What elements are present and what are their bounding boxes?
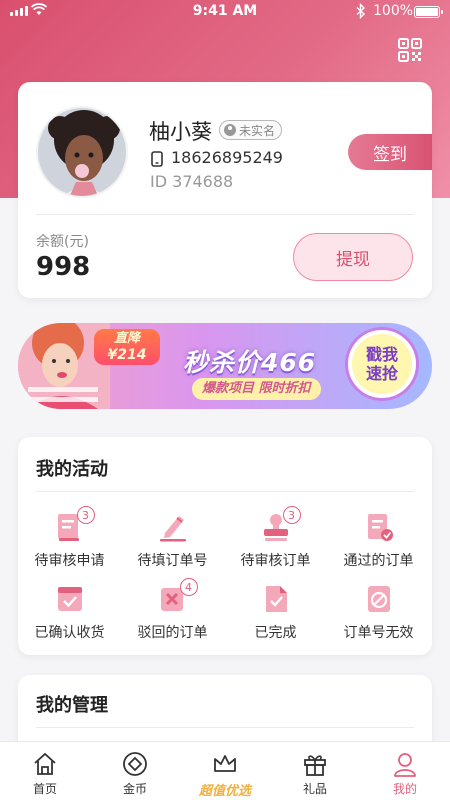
promo-grab-button[interactable]: 戳我 速抢 (348, 330, 416, 398)
activity-pending-application[interactable]: 3 待审核申请 (18, 506, 121, 570)
count-badge: 3 (282, 506, 301, 524)
activity-label: 待审核申请 (34, 553, 105, 569)
verification-status: 未实名 (239, 123, 276, 138)
user-icon (224, 124, 236, 136)
invalid-icon (363, 583, 395, 615)
count-badge: 3 (76, 506, 95, 524)
gift-icon (304, 755, 326, 776)
management-title: 我的管理 (36, 695, 108, 716)
bottom-tab-bar: 首页 金币 超值优选 礼品 我的 (0, 741, 450, 800)
activity-label: 订单号无效 (343, 625, 414, 641)
tab-mine[interactable]: 我的 (360, 742, 450, 800)
promo-button-line1: 戳我 (365, 345, 398, 364)
user-id-label: ID (150, 172, 168, 191)
tab-gifts[interactable]: 礼品 (270, 742, 360, 800)
user-id-value: 374688 (172, 172, 234, 191)
activity-fill-order-number[interactable]: 待填订单号 (121, 511, 224, 570)
promo-subtitle: 爆款项目 限时折扣 (192, 378, 321, 400)
completed-doc-icon (260, 583, 292, 615)
received-box-icon (54, 583, 86, 615)
crown-icon (214, 755, 236, 772)
approved-doc-icon (363, 511, 395, 543)
tab-coins[interactable]: 金币 (90, 742, 180, 800)
battery-icon (414, 6, 443, 18)
promo-price-line2: ¥214 (107, 347, 147, 363)
balance-label: 余额(元) (36, 234, 89, 250)
divider (36, 491, 414, 492)
balance-value: 998 (36, 252, 91, 282)
rejected-icon: 4 (157, 578, 198, 615)
coin-icon (123, 752, 147, 776)
promo-banner[interactable]: 直降 ¥214 秒杀价466 爆款项目 限时折扣 戳我 速抢 (18, 323, 432, 409)
tab-home[interactable]: 首页 (0, 742, 90, 800)
phone-icon (151, 151, 163, 167)
activities-card: 我的活动 3 待审核申请 待填订单号 3 待审核订单 通过的订单 已确认收货 4… (18, 437, 432, 655)
promo-price-tag: 直降 ¥214 (94, 329, 160, 365)
battery-percent: 100% (373, 3, 414, 19)
pen-icon (157, 511, 189, 543)
activity-label: 已完成 (254, 625, 297, 641)
divider (36, 727, 414, 728)
user-icon (394, 753, 416, 777)
user-id: ID 374688 (150, 172, 233, 191)
activity-label: 待审核订单 (240, 553, 311, 569)
tab-label: 金币 (122, 782, 147, 796)
activity-label: 已确认收货 (34, 625, 105, 641)
promo-title: 秒杀价466 (183, 348, 317, 377)
activity-pending-order-review[interactable]: 3 待审核订单 (224, 506, 327, 570)
activity-label: 待填订单号 (137, 553, 208, 569)
divider (36, 214, 414, 215)
activities-title: 我的活动 (36, 459, 108, 480)
tab-featured[interactable]: 超值优选 (180, 742, 270, 800)
activity-approved-orders[interactable]: 通过的订单 (327, 511, 430, 570)
tab-label: 我的 (392, 782, 417, 796)
bluetooth-icon (356, 3, 366, 19)
activity-label: 通过的订单 (343, 553, 414, 569)
apply-doc-icon: 3 (54, 506, 95, 543)
activity-completed[interactable]: 已完成 (224, 583, 327, 642)
tab-label: 首页 (32, 782, 57, 796)
stamp-icon: 3 (260, 506, 301, 543)
qr-code-icon[interactable] (397, 37, 423, 63)
profile-card: 柚小葵 未实名 18626895249 ID 374688 签到 余额(元) 9… (18, 82, 432, 298)
activity-invalid-order-number[interactable]: 订单号无效 (327, 583, 430, 642)
home-icon (34, 752, 56, 775)
promo-price-line1: 直降 (113, 331, 140, 346)
withdraw-button[interactable]: 提现 (293, 233, 413, 281)
count-badge: 4 (179, 578, 198, 596)
sign-in-button[interactable]: 签到 (348, 134, 432, 170)
activity-rejected-orders[interactable]: 4 驳回的订单 (121, 578, 224, 642)
tab-label: 礼品 (302, 782, 327, 796)
activity-confirmed-receipt[interactable]: 已确认收货 (18, 583, 121, 642)
promo-button-line2: 速抢 (365, 364, 398, 383)
phone-number: 18626895249 (171, 148, 283, 167)
verification-badge[interactable]: 未实名 (219, 120, 283, 140)
activity-label: 驳回的订单 (137, 625, 208, 641)
tab-label: 超值优选 (198, 784, 251, 799)
user-name: 柚小葵 (149, 120, 212, 144)
avatar[interactable] (36, 106, 128, 198)
status-bar: 9:41 AM 100% (0, 0, 450, 24)
